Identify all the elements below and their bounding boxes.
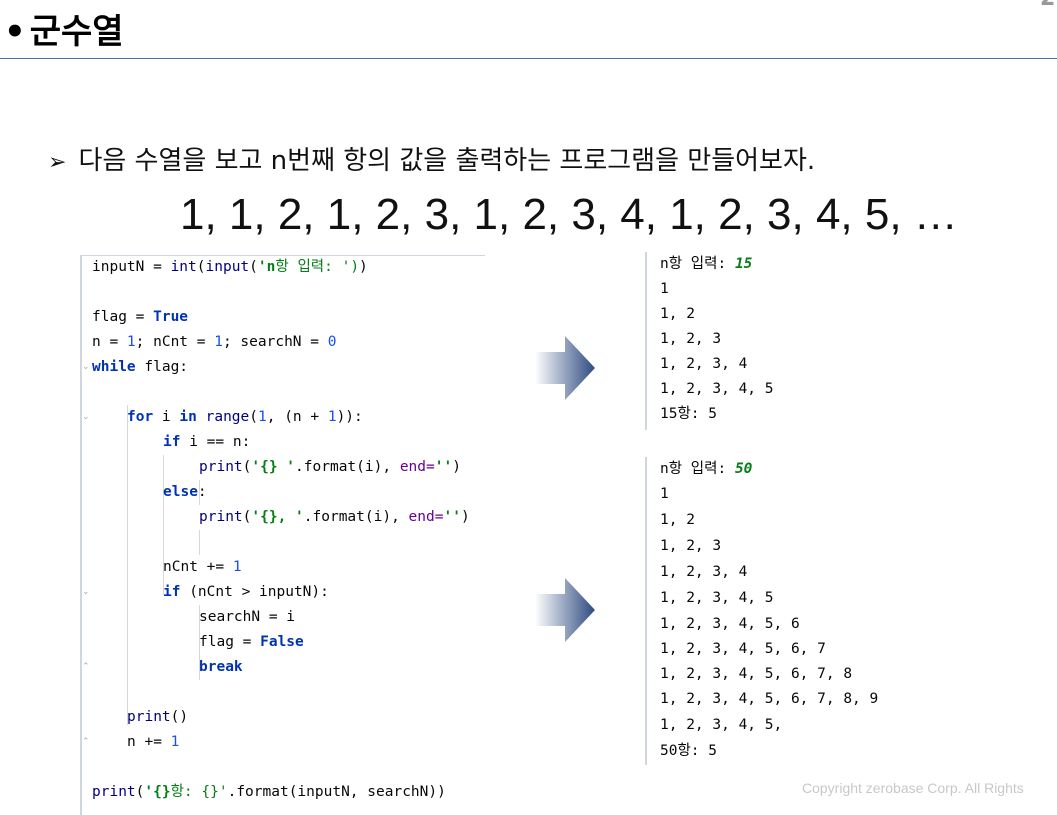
output-line: 1, 2, 3, 4, 5 xyxy=(660,381,774,397)
code-line: flag = True xyxy=(92,309,189,325)
sequence-text: 1, 1, 2, 1, 2, 3, 1, 2, 3, 4, 1, 2, 3, 4… xyxy=(180,190,958,239)
code-line: print('{} '.format(i), end='') xyxy=(199,459,461,475)
output-line: 1, 2, 3, 4 xyxy=(660,356,748,372)
arrow-bullet-icon: ➢ xyxy=(48,150,67,175)
output-border xyxy=(645,457,647,765)
right-arrow-icon xyxy=(535,336,595,400)
problem-text: 다음 수열을 보고 n번째 항의 값을 출력하는 프로그램을 만들어보자. xyxy=(78,146,816,176)
header-rule xyxy=(0,58,1057,59)
output-line: 1, 2, 3, 4, 5, xyxy=(660,717,783,733)
fold-marker-icon[interactable]: ⌄ xyxy=(82,588,91,597)
code-line: for i in range(1, (n + 1)): xyxy=(127,409,363,425)
slide-title: • 군수열 xyxy=(4,4,124,53)
code-line: flag = False xyxy=(199,634,304,650)
right-arrow-icon xyxy=(535,578,595,642)
title-bullet: • xyxy=(4,12,26,52)
output-prompt: n항 입력: 15 xyxy=(660,256,753,272)
code-line: print('{}, '.format(i), end='') xyxy=(199,509,470,525)
fold-marker-icon[interactable]: ⌄ xyxy=(82,363,91,372)
output-line: 1, 2, 3 xyxy=(660,331,722,347)
code-panel: ⌄ ⌄ ⌄ ⌃ ⌃ inputN = int(input('n항 입력: '))… xyxy=(80,255,485,815)
output-line: 1, 2, 3 xyxy=(660,538,722,554)
indent-guide xyxy=(127,405,128,725)
output-line: 1, 2 xyxy=(660,306,695,322)
output-panel-2: n항 입력: 50 1 1, 2 1, 2, 3 1, 2, 3, 4 1, 2… xyxy=(645,457,975,765)
code-line: else: xyxy=(163,484,207,500)
problem-statement: ➢ 다음 수열을 보고 n번째 항의 값을 출력하는 프로그램을 만들어보자. xyxy=(48,140,815,177)
page-number: 2 xyxy=(1040,0,1055,11)
output-line: 1 xyxy=(660,486,669,502)
output-border xyxy=(645,252,647,430)
fold-marker-icon[interactable]: ⌄ xyxy=(82,413,91,422)
title-text: 군수열 xyxy=(29,12,124,52)
output-line: 1, 2, 3, 4, 5, 6, 7 xyxy=(660,641,826,657)
output-result: 50항: 5 xyxy=(660,743,717,759)
code-line: print() xyxy=(127,709,189,725)
code-gutter xyxy=(80,255,82,815)
code-line: if (nCnt > inputN): xyxy=(163,584,329,600)
code-line: break xyxy=(199,659,243,675)
output-line: 1, 2 xyxy=(660,512,695,528)
output-line: 1, 2, 3, 4, 5, 6, 7, 8 xyxy=(660,666,853,682)
code-line: if i == n: xyxy=(163,434,251,450)
copyright-text: Copyright zerobase Corp. All Rights xyxy=(802,780,1024,796)
output-result: 15항: 5 xyxy=(660,406,717,422)
output-line: 1, 2, 3, 4, 5 xyxy=(660,590,774,606)
code-line: while flag: xyxy=(92,359,189,375)
output-panel-1: n항 입력: 15 1 1, 2 1, 2, 3 1, 2, 3, 4 1, 2… xyxy=(645,252,975,430)
output-prompt: n항 입력: 50 xyxy=(660,461,753,477)
code-line: searchN = i xyxy=(199,609,296,625)
code-line: inputN = int(input('n항 입력: ')) xyxy=(92,259,368,275)
code-line: n = 1; nCnt = 1; searchN = 0 xyxy=(92,334,337,350)
output-line: 1 xyxy=(660,281,669,297)
indent-guide xyxy=(199,530,200,555)
code-line: n += 1 xyxy=(127,734,180,750)
fold-marker-icon[interactable]: ⌃ xyxy=(82,738,91,747)
code-line: print('{}항: {}'.format(inputN, searchN)) xyxy=(92,784,446,800)
fold-marker-icon[interactable]: ⌃ xyxy=(82,663,91,672)
output-line: 1, 2, 3, 4, 5, 6, 7, 8, 9 xyxy=(660,691,879,707)
code-line: nCnt += 1 xyxy=(163,559,242,575)
output-line: 1, 2, 3, 4, 5, 6 xyxy=(660,616,800,632)
output-line: 1, 2, 3, 4 xyxy=(660,564,748,580)
